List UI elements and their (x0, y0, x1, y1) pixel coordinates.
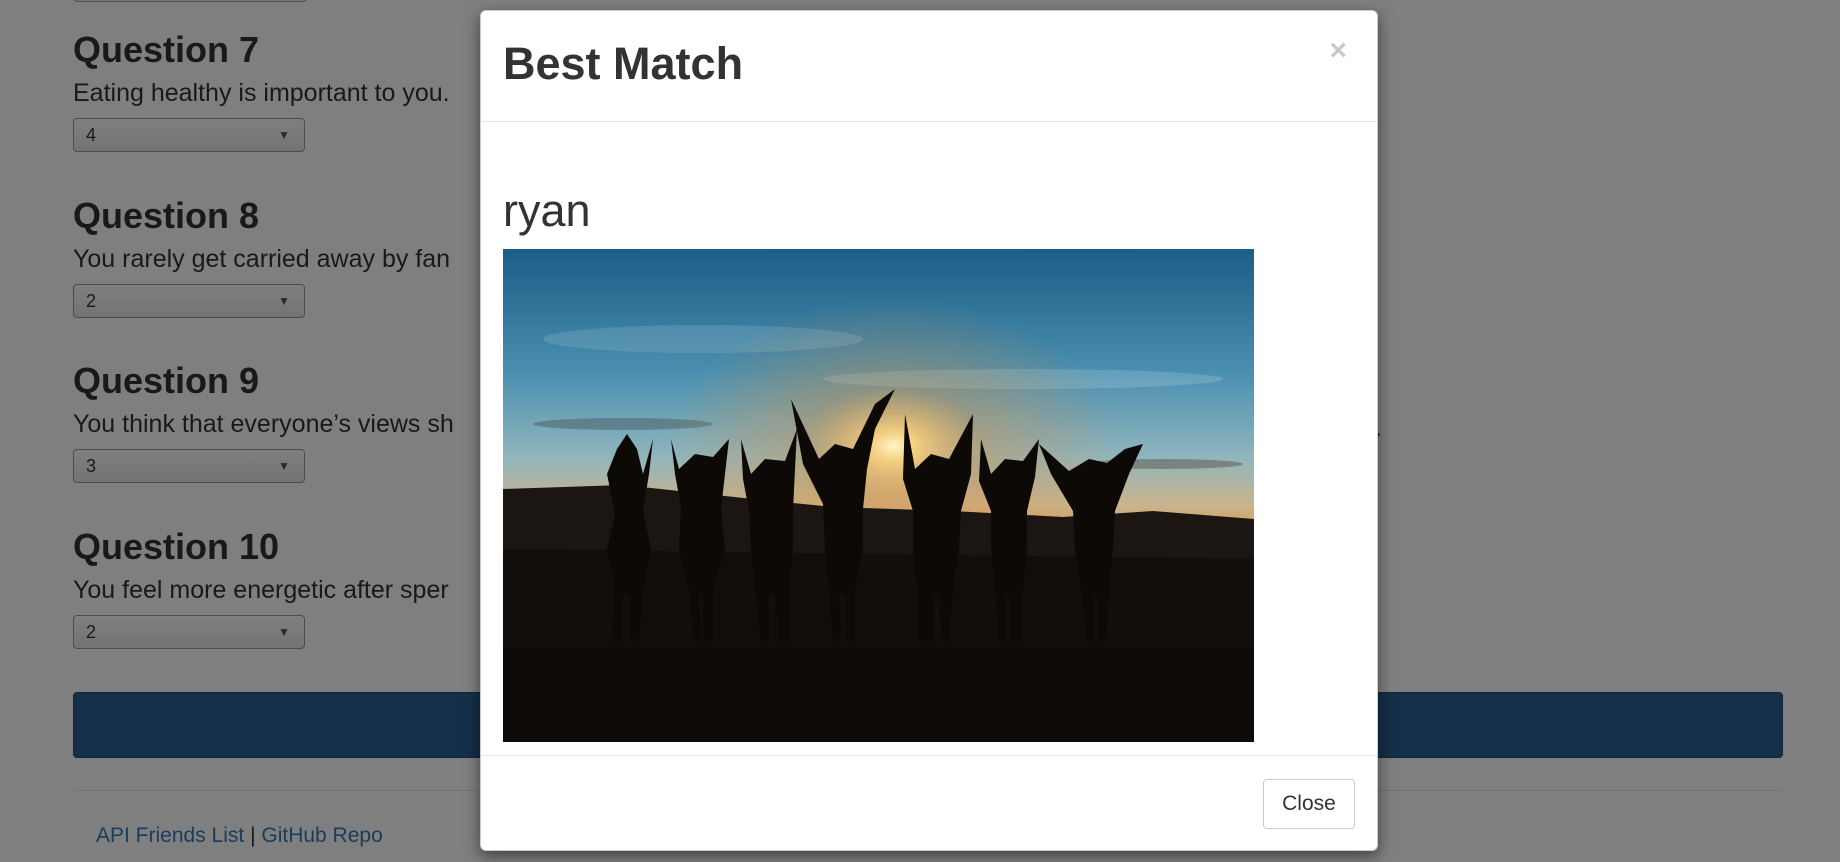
match-name: ryan (503, 185, 591, 236)
best-match-modal: Best Match × ryan Close (480, 10, 1378, 851)
close-button[interactable]: Close (1263, 779, 1355, 829)
match-photo (503, 249, 1254, 742)
modal-header: Best Match × (481, 11, 1377, 122)
close-icon[interactable]: × (1329, 35, 1347, 67)
modal-body: ryan (481, 122, 1377, 765)
modal-footer: Close (481, 755, 1377, 852)
modal-title: Best Match (503, 38, 744, 89)
